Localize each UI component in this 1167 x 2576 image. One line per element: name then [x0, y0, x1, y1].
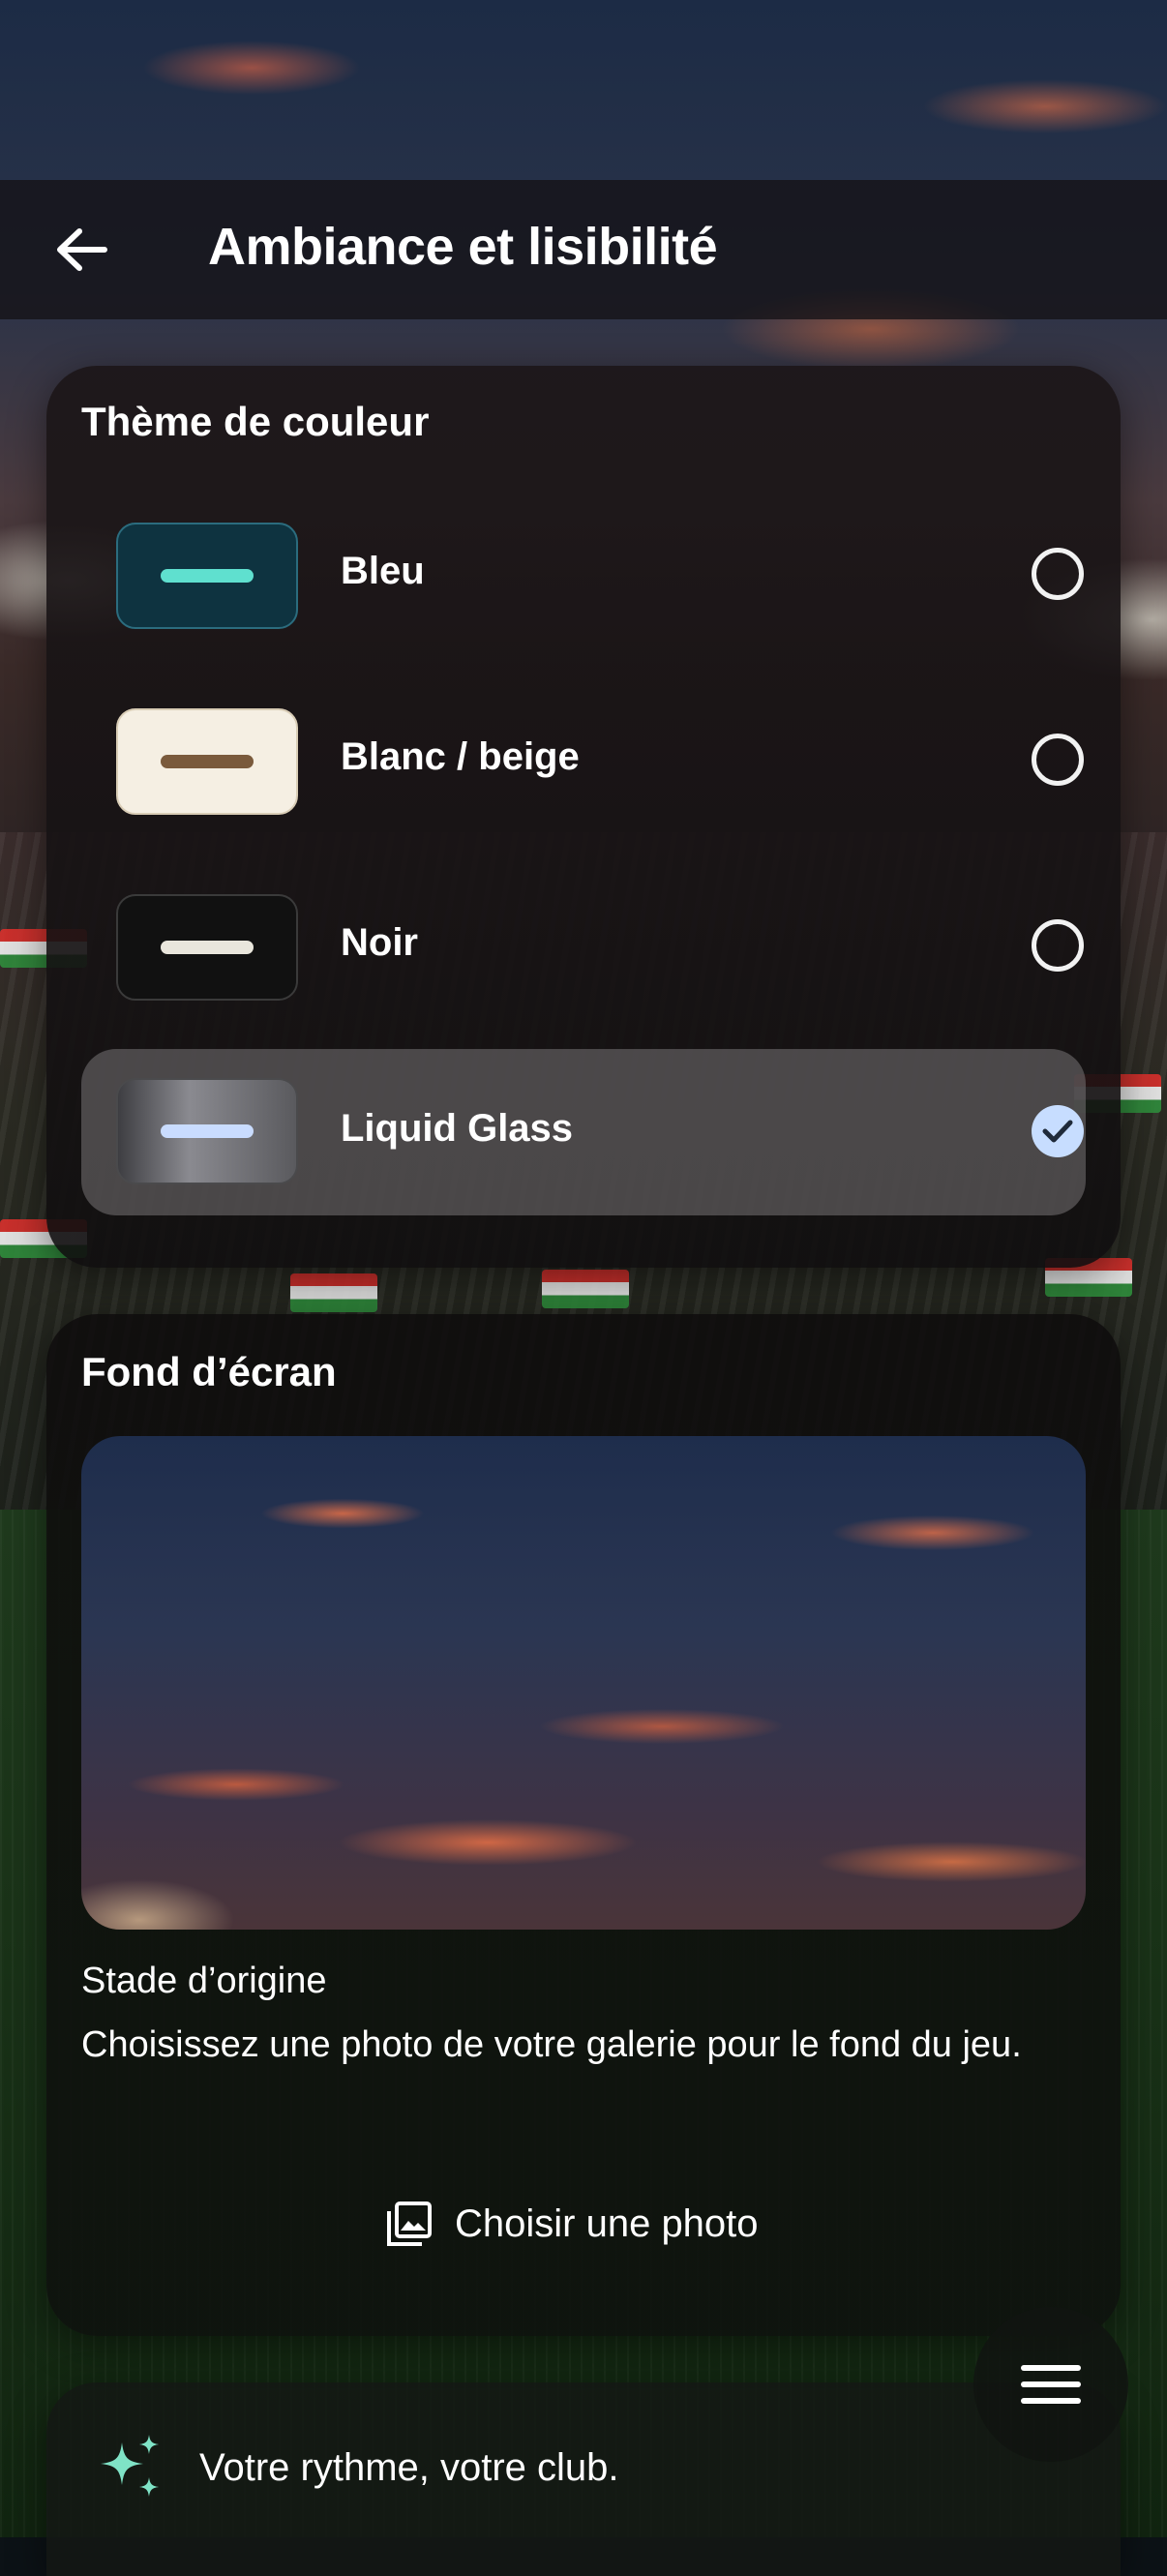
wallpaper-current-name: Stade d’origine: [81, 1961, 327, 2001]
wallpaper-description: Choisissez une photo de votre galerie po…: [81, 2024, 1022, 2065]
app-header: Ambiance et lisibilité: [0, 180, 1167, 319]
page-title: Ambiance et lisibilité: [208, 218, 718, 276]
footer-banner: Votre rythme, votre club.: [46, 2382, 1121, 2576]
swatch-bar: [161, 941, 254, 954]
theme-option-label: Bleu: [341, 550, 425, 592]
background-flag: [542, 1270, 629, 1308]
footer-content: Votre rythme, votre club.: [97, 2433, 619, 2502]
theme-option-label: Liquid Glass: [341, 1107, 574, 1150]
menu-button[interactable]: [973, 2307, 1128, 2462]
back-button[interactable]: [43, 219, 120, 281]
theme-option-label: Noir: [341, 921, 418, 964]
sparkles-icon: [101, 2435, 159, 2497]
theme-swatch: [116, 708, 298, 815]
radio-unchecked[interactable]: [1032, 734, 1084, 786]
radio-unchecked[interactable]: [1032, 548, 1084, 600]
theme-option-liquid-glass[interactable]: Liquid Glass: [81, 1049, 1086, 1215]
footer-tagline: Votre rythme, votre club.: [199, 2445, 619, 2489]
radio-checked[interactable]: [1032, 1105, 1084, 1157]
theme-swatch: [116, 894, 298, 1001]
theme-option-bleu[interactable]: Bleu: [81, 488, 1086, 654]
choose-photo-button[interactable]: Choisir une photo: [385, 2185, 759, 2262]
photo-library-icon: [387, 2202, 432, 2246]
theme-swatch: [116, 1078, 298, 1184]
theme-option-label: Blanc / beige: [341, 735, 580, 778]
hamburger-menu-icon: [1021, 2365, 1081, 2404]
background-flag: [290, 1273, 377, 1312]
swatch-bar: [161, 755, 254, 768]
theme-swatch: [116, 523, 298, 629]
checkmark-icon: [1042, 1120, 1073, 1143]
theme-option-blanc-beige[interactable]: Blanc / beige: [81, 674, 1086, 840]
theme-section-title: Thème de couleur: [81, 399, 430, 444]
theme-option-noir[interactable]: Noir: [81, 859, 1086, 1026]
choose-photo-label: Choisir une photo: [455, 2202, 759, 2245]
wallpaper-section-title: Fond d’écran: [81, 1349, 337, 1394]
wallpaper-card: Fond d’écran Stade d’origine Choisissez …: [46, 1314, 1121, 2336]
theme-card: Thème de couleur Bleu Blanc / beige Noir…: [46, 366, 1121, 1268]
swatch-bar: [161, 569, 254, 583]
swatch-bar: [161, 1124, 254, 1138]
radio-unchecked[interactable]: [1032, 919, 1084, 972]
wallpaper-preview-image: [81, 1436, 1086, 1930]
arrow-left-icon: [57, 228, 107, 271]
